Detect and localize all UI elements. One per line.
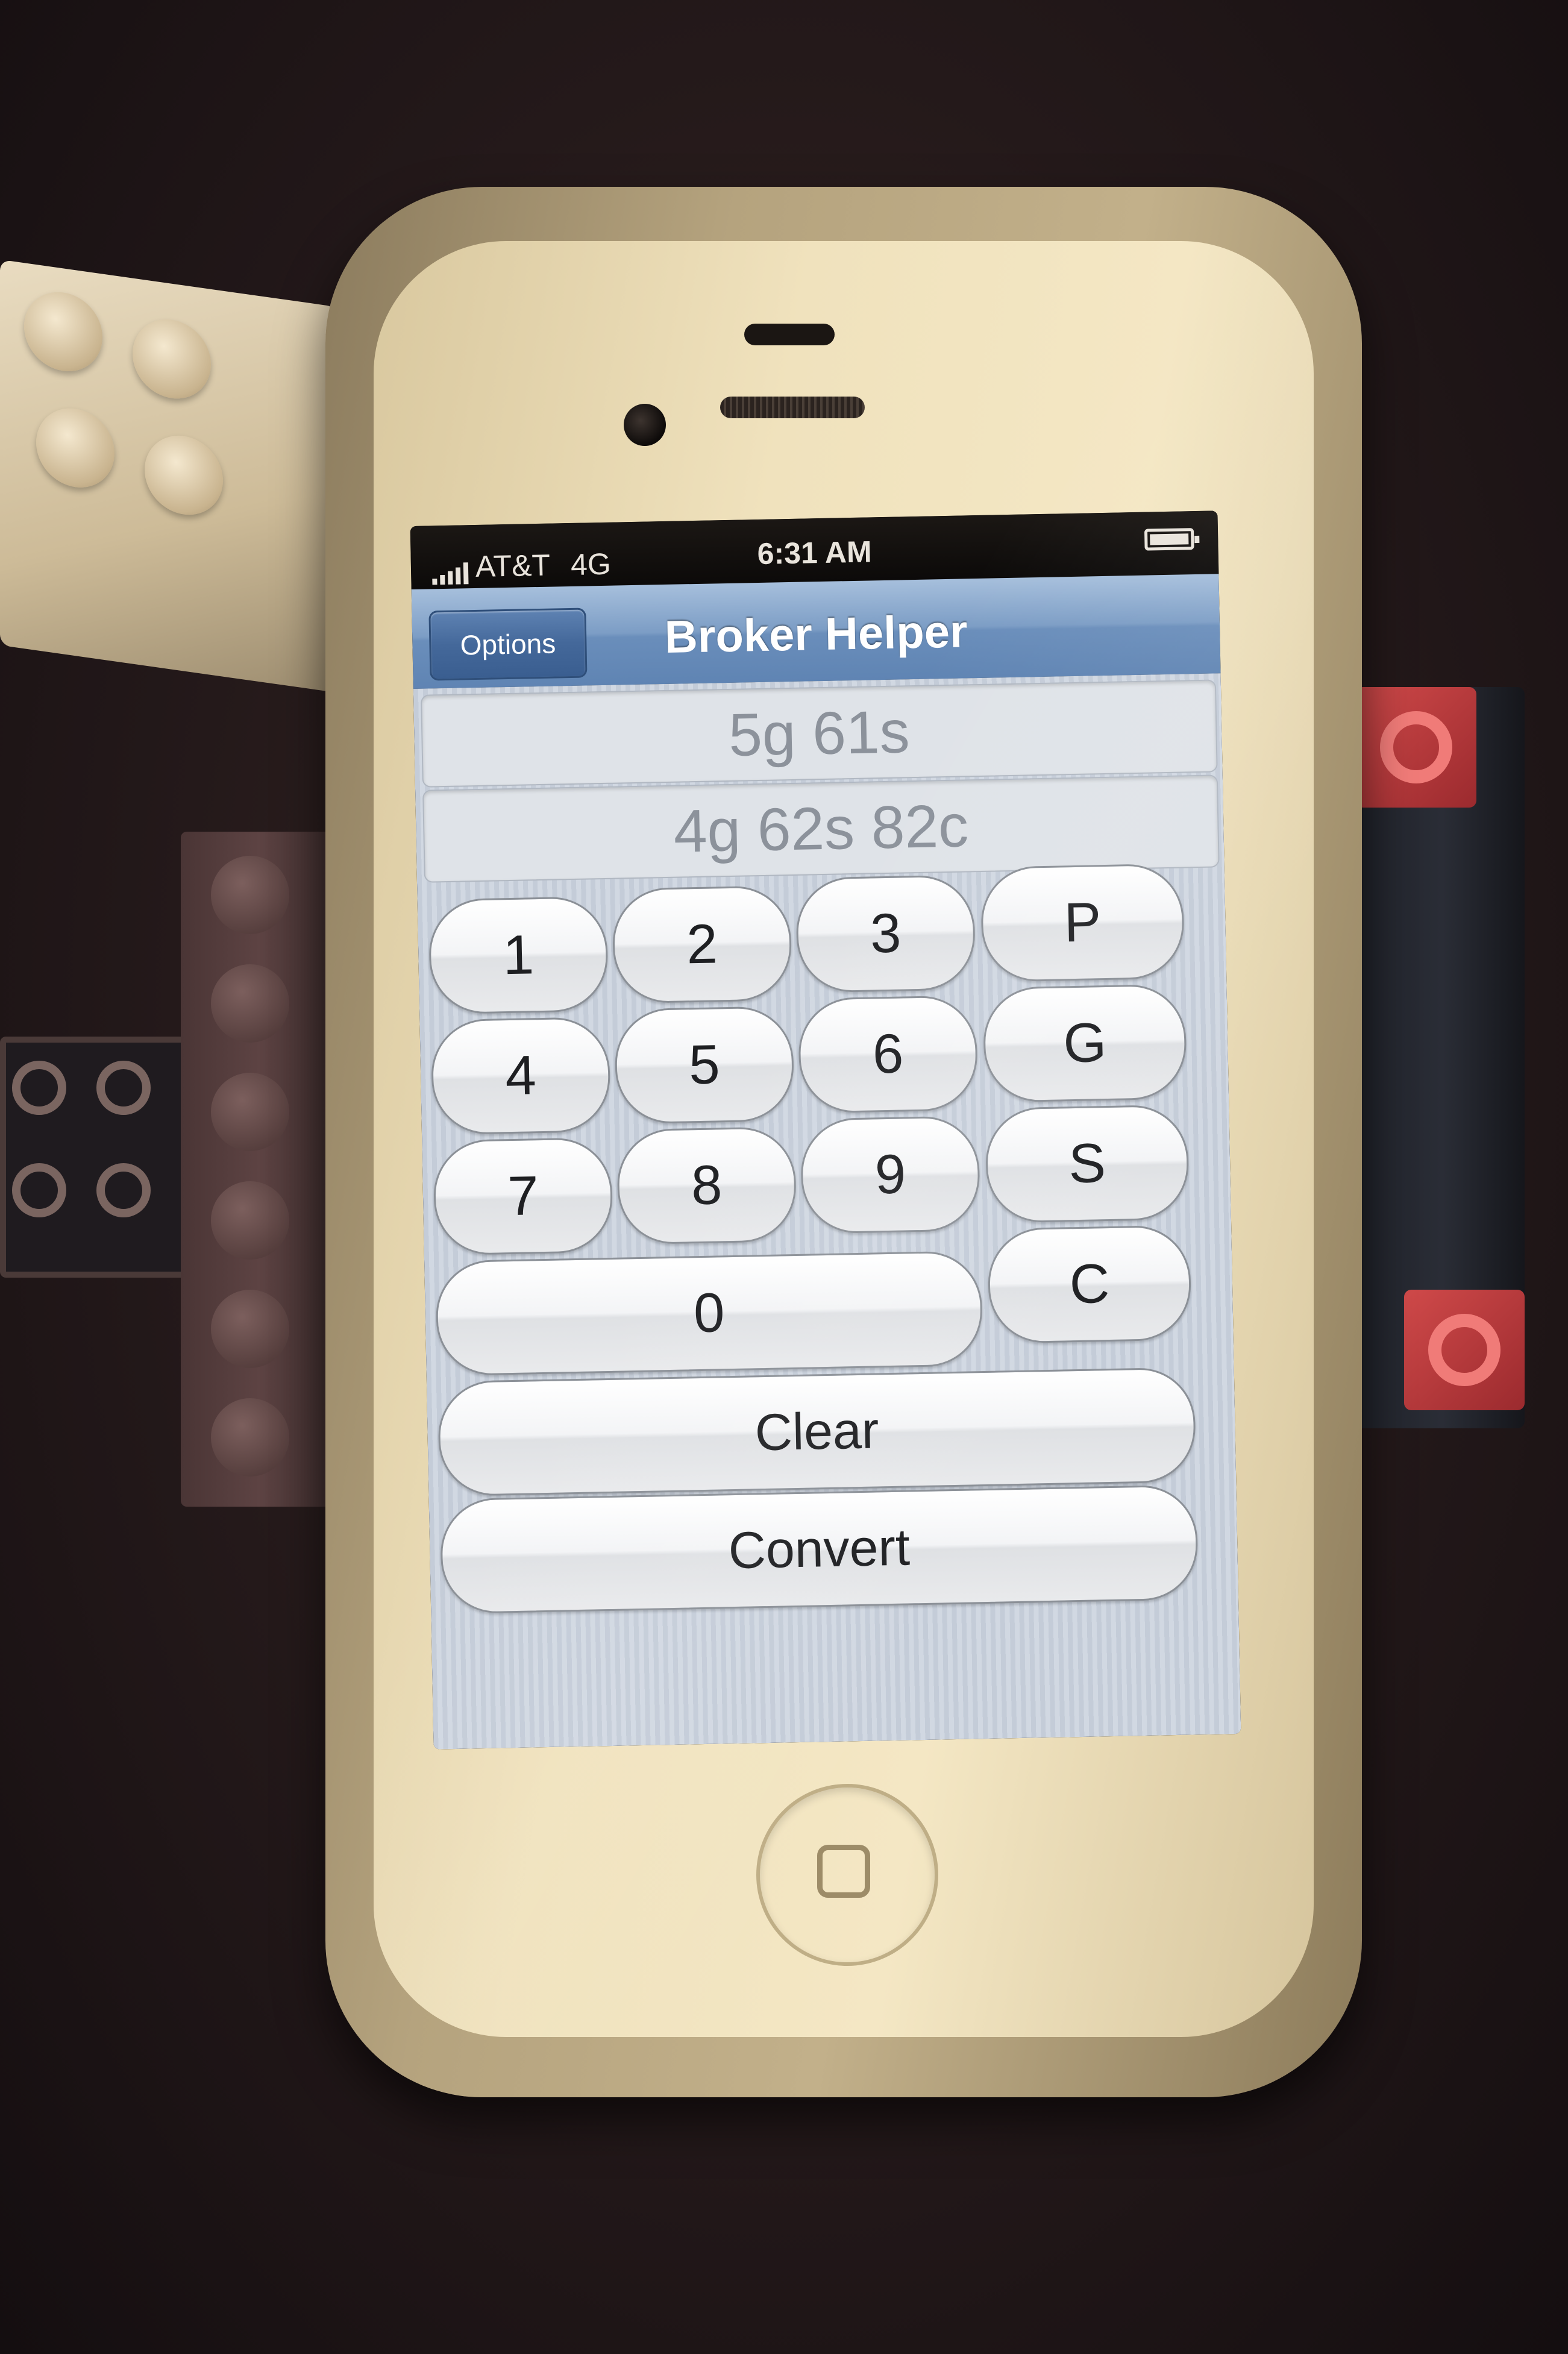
brown-lego-column — [181, 832, 337, 1507]
status-time: 6:31 AM — [757, 535, 873, 571]
lego-stud — [211, 1290, 289, 1368]
key-0[interactable]: 0 — [435, 1251, 983, 1376]
lego-ring — [96, 1061, 151, 1115]
lego-stud — [133, 314, 211, 404]
lego-ring — [12, 1061, 66, 1115]
lego-stud — [211, 1073, 289, 1151]
lego-stud — [211, 1398, 289, 1477]
dark-lego-plate — [0, 1037, 205, 1278]
key-4[interactable]: 4 — [430, 1016, 611, 1135]
key-7[interactable]: 7 — [433, 1137, 613, 1256]
navigation-bar: Options Broker Helper — [411, 574, 1221, 691]
key-s[interactable]: S — [985, 1104, 1190, 1223]
speaker-grille — [720, 397, 865, 418]
key-2[interactable]: 2 — [612, 885, 792, 1004]
battery-full-icon — [1144, 528, 1194, 551]
key-3[interactable]: 3 — [795, 874, 976, 993]
white-lego-brick — [0, 259, 337, 693]
input-display[interactable]: 5g 61s — [421, 679, 1218, 788]
lego-stud — [24, 287, 102, 377]
home-button[interactable] — [756, 1784, 938, 1966]
lego-stud — [145, 430, 223, 520]
red-lego-brick — [1404, 1290, 1525, 1410]
key-6[interactable]: 6 — [797, 995, 979, 1114]
clear-button[interactable]: Clear — [437, 1367, 1197, 1497]
converter-panel: 5g 61s 4g 62s 82c 1 2 3 P 4 5 6 G 7 8 9 … — [413, 673, 1241, 1750]
lego-ring — [96, 1163, 151, 1217]
key-9[interactable]: 9 — [800, 1116, 981, 1234]
lego-stud — [211, 856, 289, 934]
key-1[interactable]: 1 — [428, 896, 609, 1015]
key-5[interactable]: 5 — [614, 1006, 795, 1125]
key-8[interactable]: 8 — [616, 1126, 797, 1245]
phone-screen: AT&T 4G 6:31 AM Options Broker Helper 5g… — [410, 510, 1241, 1750]
front-camera — [624, 404, 666, 446]
key-p[interactable]: P — [980, 863, 1185, 982]
lego-stud — [211, 964, 289, 1043]
key-g[interactable]: G — [982, 984, 1188, 1103]
earpiece — [744, 324, 835, 345]
lego-stud — [211, 1181, 289, 1260]
red-lego-brick — [1356, 687, 1476, 808]
convert-button[interactable]: Convert — [439, 1484, 1199, 1615]
lego-ring — [12, 1163, 66, 1217]
key-c[interactable]: C — [987, 1225, 1192, 1344]
lego-stud — [36, 403, 114, 493]
